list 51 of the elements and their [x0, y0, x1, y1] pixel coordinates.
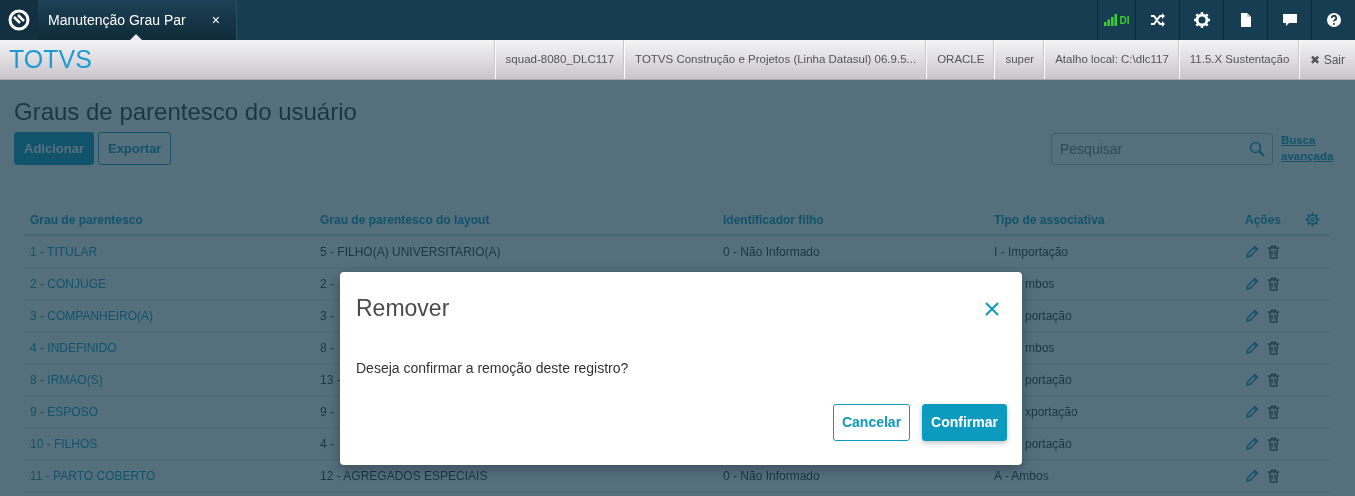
table-cell: portação [1025, 436, 1072, 451]
column-header: Grau de parentesco [30, 211, 144, 229]
table-cell: 2 - [320, 276, 334, 291]
row-link[interactable]: 11 - PARTO COBERTO [30, 468, 156, 483]
signal-icon [1103, 14, 1117, 26]
brand-logo: TOTVS [8, 43, 92, 75]
table-cell: 13 - [320, 372, 341, 387]
app-tab[interactable]: Manutenção Grau Par × [38, 0, 237, 40]
tab-title: Manutenção Grau Par [48, 10, 187, 30]
table-cell: 3 - [320, 308, 334, 323]
shuffle-icon[interactable] [1149, 12, 1166, 28]
row-link[interactable]: 8 - IRMAO(S) [30, 372, 103, 387]
table-cell: 8 - [320, 340, 334, 355]
chat-icon[interactable] [1281, 12, 1298, 28]
table-cell: xportação [1025, 404, 1078, 419]
logout-link[interactable]: ✖ Sair [1299, 40, 1355, 79]
table-cell: 12 - AGREGADOS ESPECIAIS [320, 468, 488, 483]
table-cell: mbos [1025, 340, 1055, 355]
row-link[interactable]: 1 - TITULAR [30, 244, 98, 259]
cancel-button[interactable]: Cancelar [832, 404, 911, 441]
column-header: Identificador filho [723, 211, 825, 229]
header-info: ORACLE [926, 40, 995, 79]
row-link[interactable]: 2 - CONJUGE [30, 276, 106, 291]
row-link[interactable]: 4 - INDEFINIDO [30, 340, 117, 355]
column-header: Grau de parentesco do layout [320, 211, 491, 229]
column-header: Ações [1245, 211, 1283, 229]
row-link[interactable]: 10 - FILHOS [30, 436, 98, 451]
confirm-button[interactable]: Confirmar [922, 404, 1007, 441]
table-cell: portação [1025, 372, 1072, 387]
table-cell: mbos [1025, 276, 1055, 291]
help-icon[interactable] [1325, 12, 1342, 28]
header-info: TOTVS Construção e Projetos (Linha Datasul) 06.9.5... [624, 40, 927, 79]
dialog-title: Remover [356, 295, 450, 323]
header-info: super [994, 40, 1045, 79]
header-info: 11.5.X Sustentação [1178, 40, 1300, 79]
column-header: Tipo de associativa [994, 211, 1106, 229]
header-info: Atalho local: C:\dlc117 [1044, 40, 1179, 79]
status-text: DI [1119, 13, 1130, 28]
row-link[interactable]: 9 - ESPOSO [30, 404, 99, 419]
table-cell: 5 - FILHO(A) UNIVERSITARIO(A) [320, 244, 501, 259]
row-link[interactable]: 3 - COMPANHEIRO(A) [30, 308, 154, 323]
table-cell: 4 - [320, 436, 334, 451]
close-icon[interactable] [985, 302, 999, 316]
dialog-message: Deseja confirmar a remoção deste registro? [356, 359, 630, 378]
table-cell: 9 - [320, 404, 334, 419]
tab-close-button[interactable]: × [211, 9, 220, 31]
header-info: squad-8080_DLC117 [494, 40, 625, 79]
page-title: Graus de parentesco do usuário [14, 98, 358, 127]
logo-icon[interactable] [8, 9, 30, 31]
table-cell: A - Ambos [994, 468, 1049, 483]
table-cell: portação [1025, 308, 1072, 323]
